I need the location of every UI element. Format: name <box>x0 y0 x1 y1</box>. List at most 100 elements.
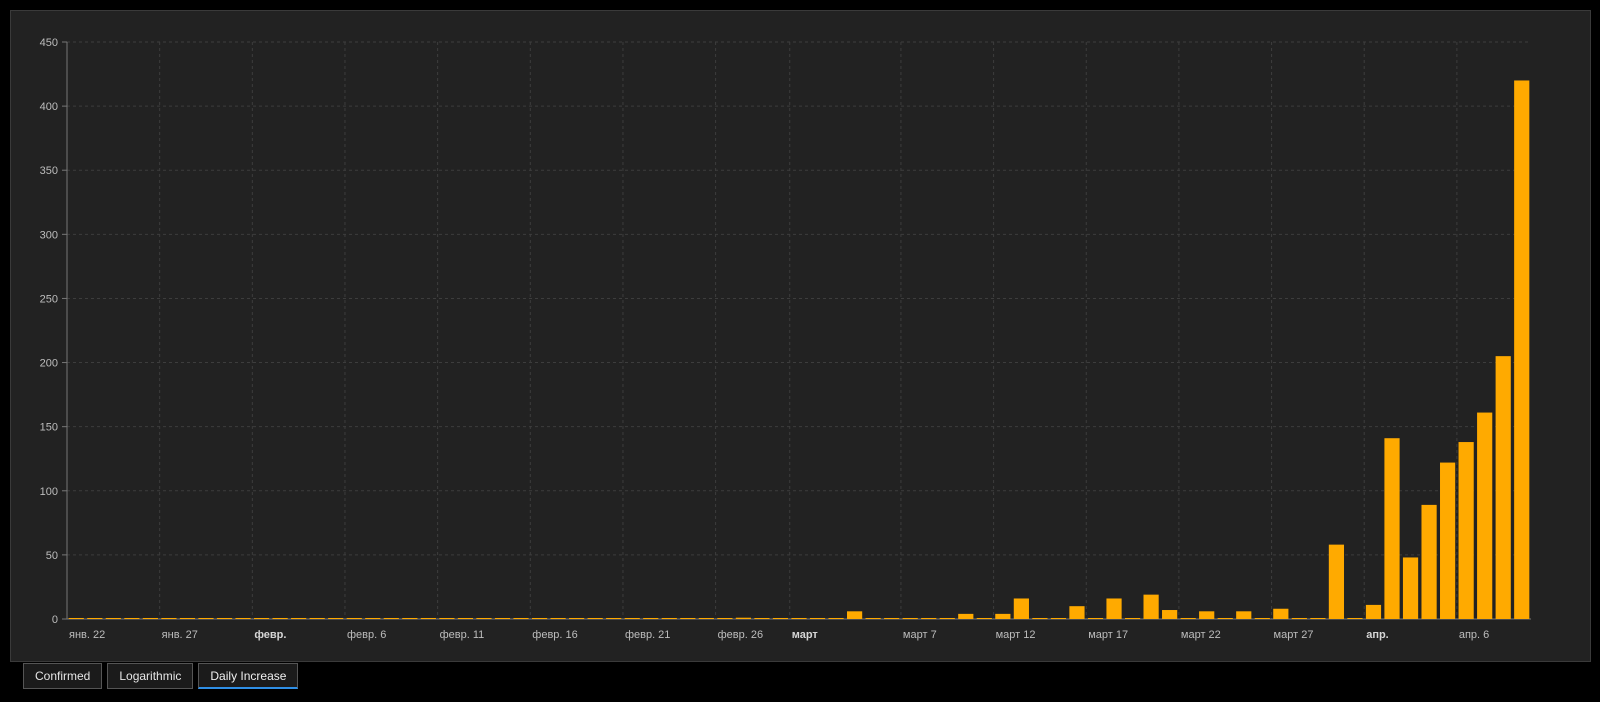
bar <box>513 618 529 619</box>
bar <box>1162 610 1178 619</box>
x-tick-label: февр. 21 <box>625 629 670 641</box>
bar <box>1180 618 1196 619</box>
y-tick-label: 450 <box>40 37 58 49</box>
bar <box>569 618 585 619</box>
bar <box>698 618 714 619</box>
bar <box>939 618 955 619</box>
bar <box>105 618 121 619</box>
bar <box>365 618 381 619</box>
bar <box>198 618 214 619</box>
bar <box>1124 618 1141 619</box>
y-tick-label: 100 <box>40 486 58 498</box>
bar <box>1310 618 1326 619</box>
chart-panel: 0 50 100 150 200 250 300 350 400 450 янв. 22 янв. 2… <box>10 10 1591 662</box>
bar <box>846 611 863 619</box>
chart-tabs: Confirmed Logarithmic Daily Increase <box>23 663 303 690</box>
bar <box>1291 618 1307 619</box>
bar <box>902 618 918 619</box>
bar <box>1477 412 1493 619</box>
bar <box>1273 608 1289 619</box>
bar <box>643 618 659 619</box>
x-tick-label: март 7 <box>903 629 937 641</box>
y-tick-label: 200 <box>40 358 58 370</box>
bar <box>1106 598 1122 619</box>
bar <box>1440 462 1456 619</box>
bar <box>754 618 770 619</box>
bar <box>995 613 1011 619</box>
bar <box>1514 80 1530 619</box>
bar <box>1458 442 1474 619</box>
y-tick-label: 350 <box>40 165 58 177</box>
y-tick-label: 300 <box>40 229 58 241</box>
bar <box>1495 356 1511 619</box>
bar <box>1402 557 1419 619</box>
bar <box>1254 618 1270 619</box>
bar <box>1347 618 1363 619</box>
x-tick-label: янв. 27 <box>162 629 198 641</box>
bar <box>87 618 103 619</box>
bar <box>272 618 288 619</box>
bar <box>1217 618 1233 619</box>
x-tick-label: февр. 26 <box>718 629 763 641</box>
x-tick-label: янв. 22 <box>69 629 105 641</box>
bar <box>1143 594 1159 619</box>
bar <box>921 618 937 619</box>
tab-logarithmic[interactable]: Logarithmic <box>107 663 194 689</box>
bar <box>884 618 900 619</box>
bar <box>216 618 233 619</box>
x-tick-label: март 12 <box>996 629 1036 641</box>
bar <box>309 618 325 619</box>
bar <box>1328 544 1345 619</box>
bar <box>661 618 677 619</box>
bar <box>439 618 455 619</box>
bar <box>291 618 307 619</box>
bar <box>328 618 344 619</box>
y-tick-label: 250 <box>40 293 58 305</box>
bar <box>1384 438 1400 619</box>
bar <box>494 618 511 619</box>
bar <box>179 618 196 619</box>
bar <box>1032 618 1048 619</box>
bar <box>1421 504 1437 619</box>
bar <box>809 618 826 619</box>
y-tick-label: 0 <box>52 614 58 626</box>
bar <box>1013 598 1029 619</box>
bar <box>253 618 270 619</box>
x-tick-label: март <box>792 629 819 641</box>
x-tick-label: февр. 16 <box>532 629 577 641</box>
bar <box>717 618 733 619</box>
bar <box>346 618 362 619</box>
bar <box>587 618 603 619</box>
bar <box>124 618 140 619</box>
bar <box>735 617 752 619</box>
bar <box>828 618 844 619</box>
bar <box>402 618 418 619</box>
bar <box>976 618 992 619</box>
tab-confirmed[interactable]: Confirmed <box>23 663 103 689</box>
bar <box>68 618 84 619</box>
bar <box>457 618 474 619</box>
bar <box>161 618 177 619</box>
x-tick-label: февр. 6 <box>347 629 386 641</box>
bar <box>476 618 492 619</box>
bar <box>235 618 251 619</box>
bar <box>1365 604 1382 619</box>
bar <box>1236 611 1252 619</box>
y-tick-label: 50 <box>46 550 58 562</box>
x-tick-label: март 27 <box>1274 629 1314 641</box>
bar <box>550 618 566 619</box>
bar <box>791 618 807 619</box>
x-tick-label: апр. 6 <box>1459 629 1489 641</box>
tab-daily-increase[interactable]: Daily Increase <box>198 663 299 689</box>
x-tick-label: февр. <box>254 629 286 641</box>
bar <box>606 618 622 619</box>
bar <box>1087 618 1104 619</box>
bar <box>1069 606 1085 619</box>
bar <box>142 618 158 619</box>
x-tick-label: март 22 <box>1181 629 1221 641</box>
x-tick-label: март 17 <box>1088 629 1128 641</box>
bar <box>680 618 696 619</box>
bar <box>420 618 436 619</box>
x-tick-label: февр. 11 <box>440 629 485 641</box>
bar <box>772 618 789 619</box>
